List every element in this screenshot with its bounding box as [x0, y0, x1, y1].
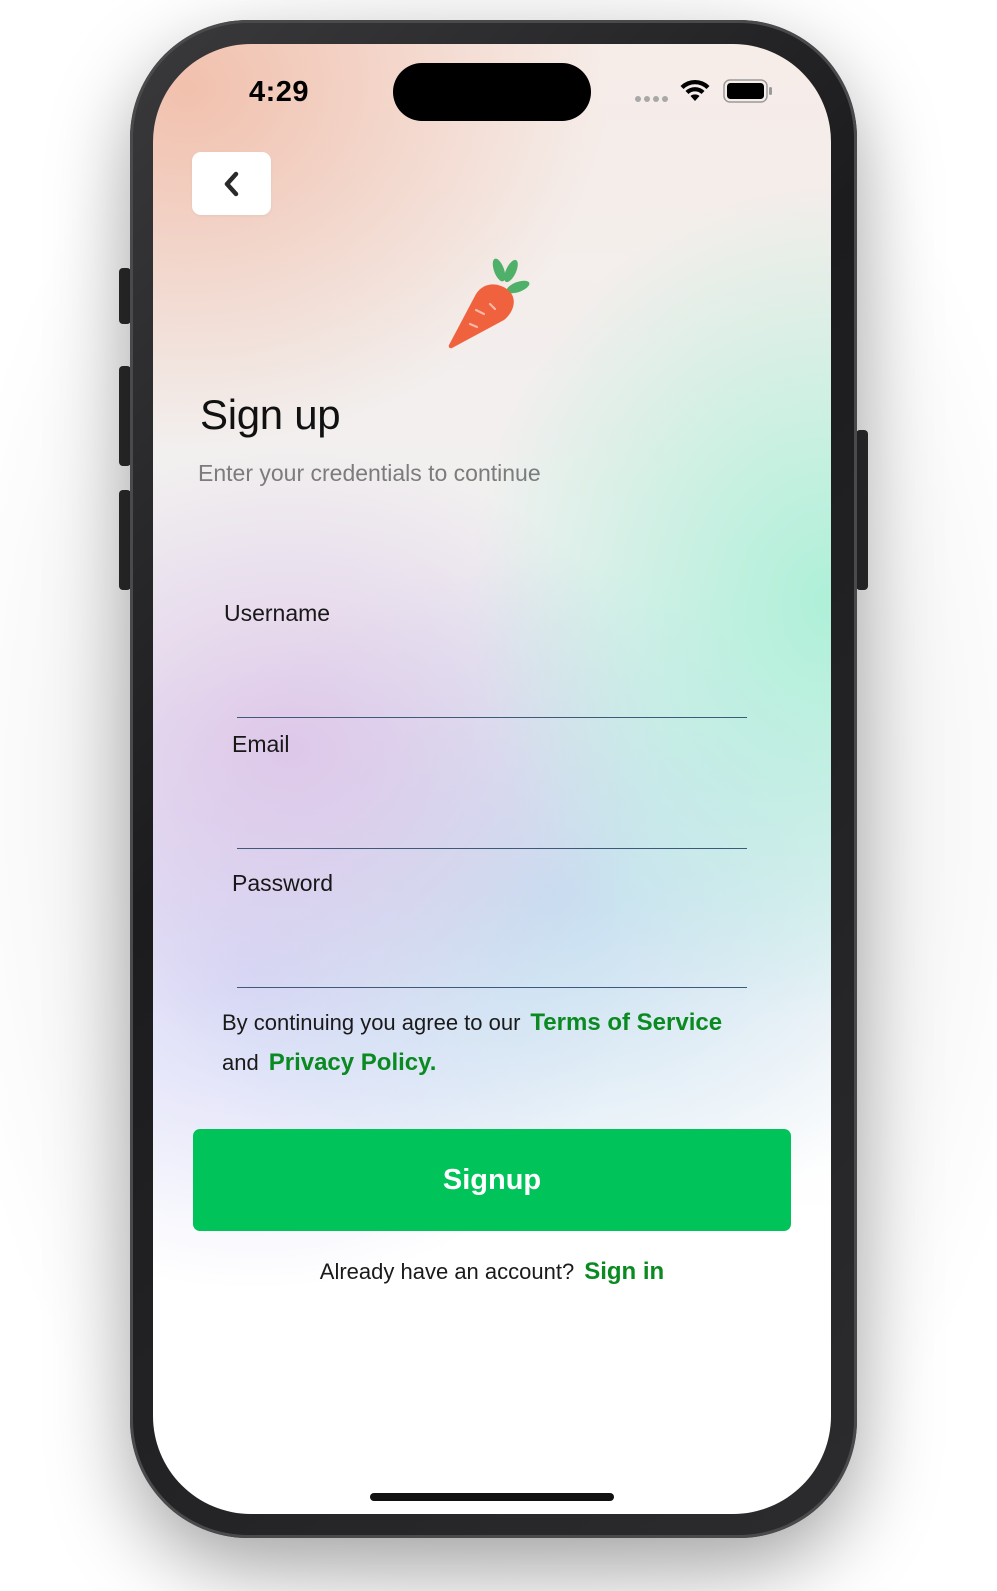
page-subtitle: Enter your credentials to continue — [198, 460, 541, 486]
home-indicator[interactable] — [370, 1493, 614, 1501]
status-time: 4:29 — [249, 76, 310, 108]
terms-of-service-link[interactable]: Terms of Service — [530, 1009, 722, 1036]
chevron-left-icon — [224, 171, 238, 196]
email-input[interactable] — [237, 801, 747, 849]
power-button — [856, 430, 868, 590]
page-title: Sign up — [200, 391, 341, 438]
signin-prompt-text: Already have an account? — [319, 1259, 575, 1284]
battery-icon — [723, 79, 772, 103]
dynamic-island — [393, 63, 591, 121]
email-label: Email — [232, 731, 290, 757]
back-button[interactable] — [192, 152, 271, 215]
signup-button[interactable]: Signup — [193, 1129, 791, 1231]
terms-prefix: By continuing you agree to our — [222, 1010, 521, 1035]
username-input[interactable] — [237, 670, 747, 718]
app-screen: 4:29 Sign up Enter your credentials to c… — [153, 44, 831, 1514]
signin-prompt: Already have an account? Sign in — [153, 1258, 831, 1286]
password-label: Password — [232, 870, 333, 896]
signin-link[interactable]: Sign in — [584, 1258, 664, 1285]
terms-text-line-1: By continuing you agree to our Terms of S… — [222, 1009, 722, 1037]
password-input[interactable] — [237, 940, 747, 988]
cellular-signal-icon — [635, 96, 668, 102]
device-stage: 4:29 Sign up Enter your credentials to c… — [0, 0, 997, 1591]
username-label: Username — [224, 600, 331, 626]
wifi-icon — [680, 79, 710, 101]
terms-connector: and — [222, 1050, 259, 1075]
carrot-icon — [448, 258, 530, 349]
terms-text-line-2: and Privacy Policy. — [222, 1049, 436, 1077]
privacy-policy-link[interactable]: Privacy Policy. — [269, 1049, 437, 1076]
